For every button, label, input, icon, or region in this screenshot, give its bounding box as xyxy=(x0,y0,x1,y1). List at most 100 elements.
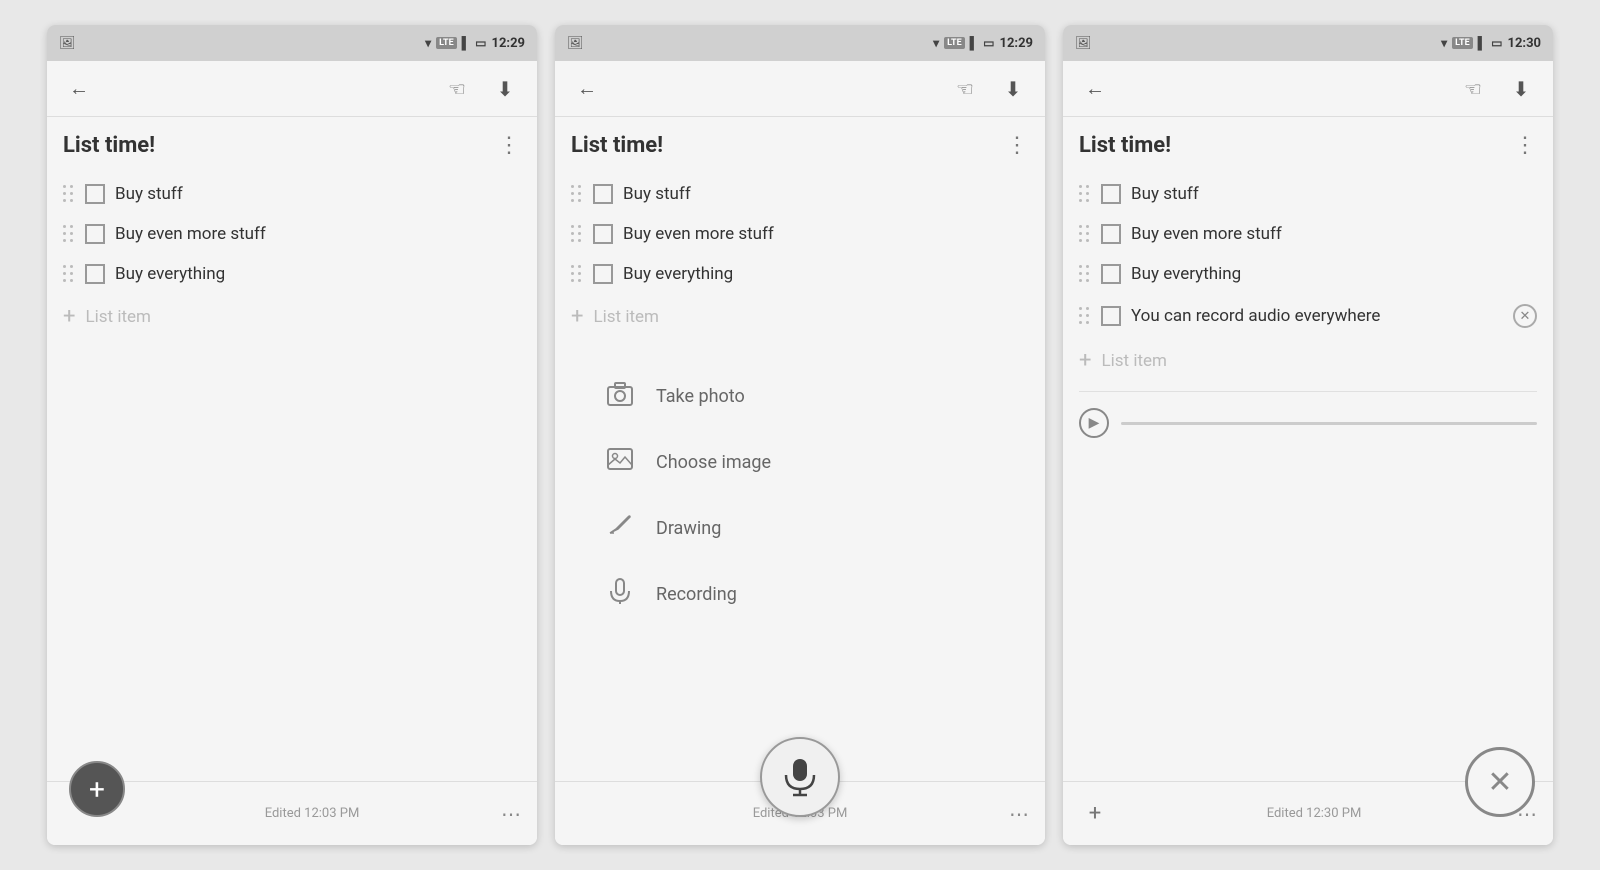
recording-label: Recording xyxy=(656,584,737,605)
status-right-2: ▾ LTE ▌ ▭ 12:29 xyxy=(933,36,1033,51)
drag-handle-1-2[interactable] xyxy=(63,225,75,244)
menu-drawing[interactable]: Drawing xyxy=(604,495,996,561)
recording-icon xyxy=(604,577,636,611)
add-plus-icon-2: + xyxy=(571,304,583,329)
touch-icon-3[interactable]: ☜ xyxy=(1457,73,1489,105)
toolbar-left-1: ← xyxy=(63,73,95,105)
toolbar-right-1: ☜ ⬇ xyxy=(441,73,521,105)
checkbox-2-3[interactable] xyxy=(593,264,613,284)
checkbox-1-2[interactable] xyxy=(85,224,105,244)
list-item-1-1: Buy stuff xyxy=(63,174,521,214)
choose-image-label: Choose image xyxy=(656,452,771,473)
status-bar-3: 🖼 ▾ LTE ▌ ▭ 12:30 xyxy=(1063,25,1553,61)
add-item-text-3: List item xyxy=(1101,351,1166,371)
checkbox-3-1[interactable] xyxy=(1101,184,1121,204)
drag-handle-3-1[interactable] xyxy=(1079,185,1091,204)
toolbar-3: ← ☜ ⬇ xyxy=(1063,61,1553,117)
popup-menu-2: Take photo Choose image xyxy=(555,343,1045,717)
microphone-icon xyxy=(778,755,822,799)
checkbox-2-1[interactable] xyxy=(593,184,613,204)
toolbar-right-2: ☜ ⬇ xyxy=(949,73,1029,105)
drag-handle-1-3[interactable] xyxy=(63,265,75,284)
cancel-fab-button[interactable]: ✕ xyxy=(1465,747,1535,817)
status-time-2: 12:29 xyxy=(1000,36,1034,51)
list-item-2-2: Buy even more stuff xyxy=(571,214,1029,254)
phone-1: 🖼 ▾ LTE ▌ ▭ 12:29 ← ☜ ⬇ List time! xyxy=(47,25,537,845)
list-title-2: List time! xyxy=(571,133,663,158)
checkbox-1-1[interactable] xyxy=(85,184,105,204)
list-item-3-3: Buy everything xyxy=(1079,254,1537,294)
more-options-1[interactable]: ⋮ xyxy=(498,133,521,158)
status-left-2: 🖼 xyxy=(567,36,584,51)
edited-text-3: Edited 12:30 PM xyxy=(1111,806,1517,821)
add-item-row-3[interactable]: + List item xyxy=(1079,338,1537,383)
list-title-3: List time! xyxy=(1079,133,1171,158)
add-item-row-2[interactable]: + List item xyxy=(571,294,1029,339)
checkbox-2-2[interactable] xyxy=(593,224,613,244)
item-text-2-2: Buy even more stuff xyxy=(623,224,1029,244)
list-item-3-2: Buy even more stuff xyxy=(1079,214,1537,254)
drawing-label: Drawing xyxy=(656,518,721,539)
drag-handle-2-2[interactable] xyxy=(571,225,583,244)
list-title-row-1: List time! ⋮ xyxy=(63,133,521,158)
close-item-button[interactable]: ✕ xyxy=(1513,304,1537,328)
content-3: List time! ⋮ Buy stuff xyxy=(1063,117,1553,781)
drag-handle-3-3[interactable] xyxy=(1079,265,1091,284)
add-item-text-1: List item xyxy=(85,307,150,327)
more-btn-2[interactable]: ⋯ xyxy=(1009,802,1029,826)
menu-recording[interactable]: Recording xyxy=(604,561,996,627)
item-text-2-3: Buy everything xyxy=(623,264,1029,284)
list-item-3-4: You can record audio everywhere ✕ xyxy=(1079,294,1537,338)
play-button[interactable]: ▶ xyxy=(1079,408,1109,438)
checkbox-1-3[interactable] xyxy=(85,264,105,284)
menu-take-photo[interactable]: Take photo xyxy=(604,363,996,429)
lte-badge-2: LTE xyxy=(944,37,965,49)
list-item-1-3: Buy everything xyxy=(63,254,521,294)
list-title-row-2: List time! ⋮ xyxy=(571,133,1029,158)
add-note-button-3[interactable]: + xyxy=(1079,798,1111,830)
drag-handle-2-1[interactable] xyxy=(571,185,583,204)
item-text-3-1: Buy stuff xyxy=(1131,184,1537,204)
download-icon-1[interactable]: ⬇ xyxy=(489,73,521,105)
download-icon-2[interactable]: ⬇ xyxy=(997,73,1029,105)
status-bar-2: 🖼 ▾ LTE ▌ ▭ 12:29 xyxy=(555,25,1045,61)
checkbox-3-4[interactable] xyxy=(1101,306,1121,326)
add-item-row-1[interactable]: + List item xyxy=(63,294,521,339)
audio-track[interactable] xyxy=(1121,422,1537,425)
checkbox-3-2[interactable] xyxy=(1101,224,1121,244)
drag-handle-2-3[interactable] xyxy=(571,265,583,284)
battery-icon-2: ▭ xyxy=(983,36,994,50)
fab-button-1[interactable]: + xyxy=(69,761,125,817)
checkbox-3-3[interactable] xyxy=(1101,264,1121,284)
touch-icon-1[interactable]: ☜ xyxy=(441,73,473,105)
more-options-3[interactable]: ⋮ xyxy=(1514,133,1537,158)
toolbar-left-2: ← xyxy=(571,73,603,105)
image-icon-1: 🖼 xyxy=(59,36,76,51)
more-btn-1[interactable]: ⋯ xyxy=(501,802,521,826)
bottom-bar-2: Edited 12:03 PM ⋯ xyxy=(555,781,1045,845)
drawing-icon xyxy=(604,511,636,545)
more-options-2[interactable]: ⋮ xyxy=(1006,133,1029,158)
mic-fab-button[interactable] xyxy=(760,737,840,817)
phone-3: 🖼 ▾ LTE ▌ ▭ 12:30 ← ☜ ⬇ List time! xyxy=(1063,25,1553,845)
add-plus-icon-3: + xyxy=(1079,348,1091,373)
phone-2: 🖼 ▾ LTE ▌ ▭ 12:29 ← ☜ ⬇ List time! xyxy=(555,25,1045,845)
list-title-1: List time! xyxy=(63,133,155,158)
download-icon-3[interactable]: ⬇ xyxy=(1505,73,1537,105)
back-button-2[interactable]: ← xyxy=(571,73,603,105)
item-text-2-1: Buy stuff xyxy=(623,184,1029,204)
item-text-1-1: Buy stuff xyxy=(115,184,521,204)
drag-handle-1-1[interactable] xyxy=(63,185,75,204)
battery-icon-3: ▭ xyxy=(1491,36,1502,50)
status-left-3: 🖼 xyxy=(1075,36,1092,51)
list-title-row-3: List time! ⋮ xyxy=(1079,133,1537,158)
drag-handle-3-4[interactable] xyxy=(1079,307,1091,326)
touch-icon-2[interactable]: ☜ xyxy=(949,73,981,105)
image-icon-3: 🖼 xyxy=(1075,36,1092,51)
back-button-1[interactable]: ← xyxy=(63,73,95,105)
lte-badge-1: LTE xyxy=(436,37,457,49)
drag-handle-3-2[interactable] xyxy=(1079,225,1091,244)
menu-choose-image[interactable]: Choose image xyxy=(604,429,996,495)
back-button-3[interactable]: ← xyxy=(1079,73,1111,105)
toolbar-left-3: ← xyxy=(1079,73,1111,105)
